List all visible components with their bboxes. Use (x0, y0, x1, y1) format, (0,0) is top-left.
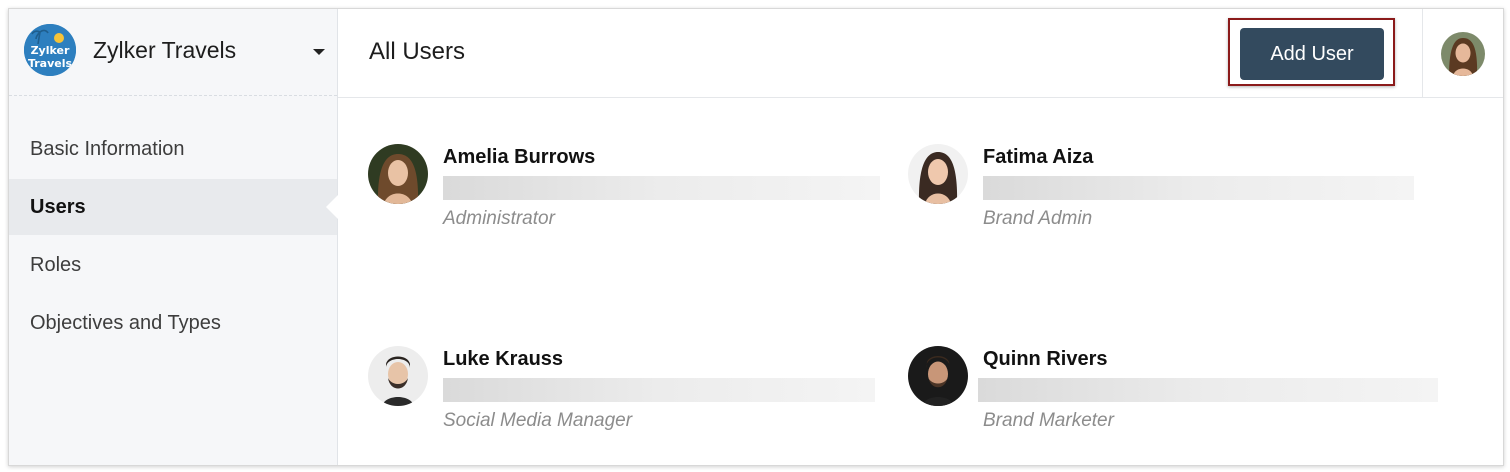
org-name[interactable]: Zylker Travels (93, 37, 236, 64)
sidebar-item-label: Basic Information (30, 138, 185, 160)
org-logo: Zylker Travels (24, 24, 76, 76)
avatar (908, 346, 968, 406)
user-card[interactable]: Quinn Rivers Brand Marketer (908, 346, 1438, 446)
email-redacted (978, 378, 1438, 402)
current-user-avatar[interactable] (1441, 32, 1485, 76)
sidebar-item-label: Users (30, 196, 86, 218)
user-card[interactable]: Amelia Burrows Administrator (368, 144, 880, 244)
email-redacted (983, 176, 1414, 200)
sidebar-item-roles[interactable]: Roles (9, 237, 337, 293)
avatar (368, 346, 428, 406)
divider (1422, 9, 1423, 97)
user-role: Brand Marketer (983, 410, 1114, 431)
user-role: Administrator (443, 208, 555, 229)
page-title: All Users (369, 38, 466, 65)
sidebar-item-label: Roles (30, 254, 82, 276)
avatar (908, 144, 968, 204)
email-redacted (443, 378, 875, 402)
org-logo-text-2: Travels (28, 57, 73, 70)
user-name: Quinn Rivers (983, 348, 1108, 370)
sidebar-item-basic-information[interactable]: Basic Information (9, 121, 337, 177)
add-user-button[interactable]: Add User (1240, 28, 1384, 80)
sidebar-item-objectives-and-types[interactable]: Objectives and Types (9, 295, 337, 351)
user-role: Social Media Manager (443, 410, 633, 431)
user-name: Luke Krauss (443, 348, 564, 370)
email-redacted (443, 176, 880, 200)
avatar (368, 144, 428, 204)
sidebar-item-users[interactable]: Users (9, 179, 338, 235)
header: All Users Add User (338, 9, 1503, 98)
sidebar-nav: Basic Information Users Roles Objectives… (9, 121, 338, 353)
user-role: Brand Admin (983, 208, 1093, 229)
user-card[interactable]: Fatima Aiza Brand Admin (908, 144, 1414, 244)
org-switcher[interactable]: Zylker Travels Zylker Travels (9, 9, 337, 96)
sidebar-item-label: Objectives and Types (30, 312, 221, 334)
user-name: Amelia Burrows (443, 146, 596, 168)
user-card[interactable]: Luke Krauss Social Media Manager (368, 346, 875, 446)
chevron-down-icon[interactable] (313, 49, 325, 55)
app-window: Zylker Travels Zylker Travels Basic Info… (8, 8, 1504, 466)
user-name: Fatima Aiza (983, 146, 1094, 168)
org-logo-text-1: Zylker (31, 44, 70, 57)
sidebar: Zylker Travels Zylker Travels Basic Info… (9, 9, 338, 465)
